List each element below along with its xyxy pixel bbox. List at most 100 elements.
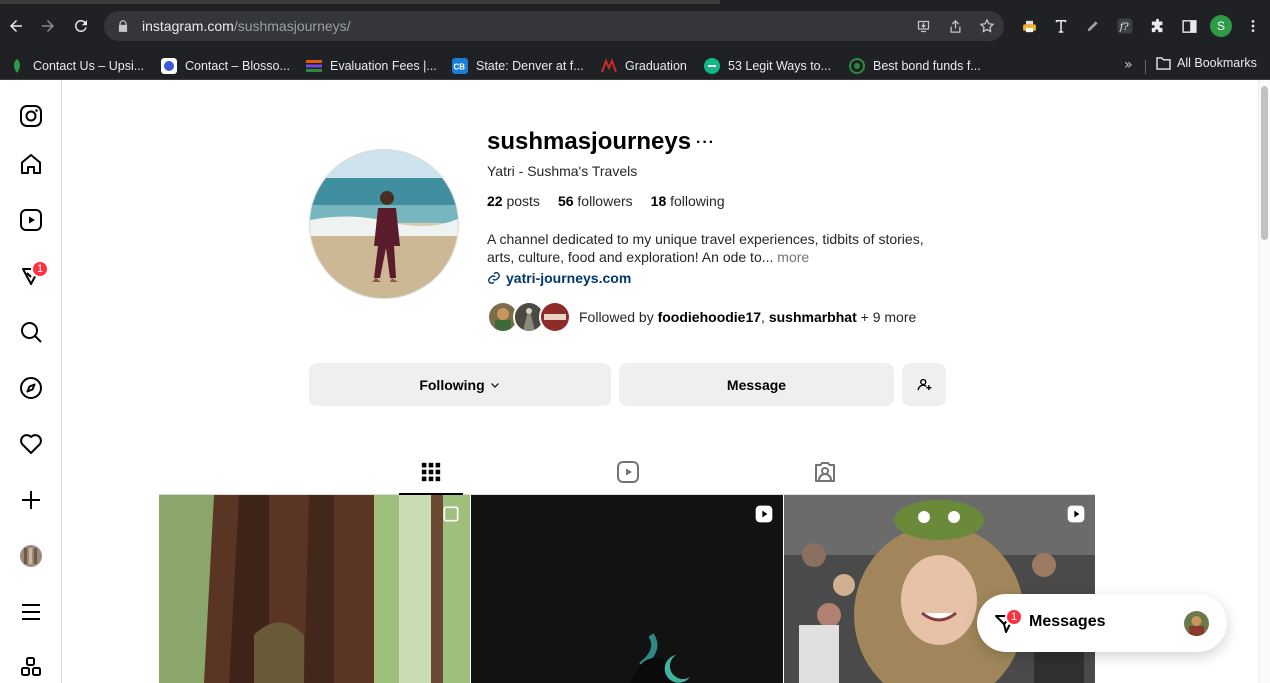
parade-performer-photo: [784, 495, 1095, 683]
tab-strip: [0, 0, 720, 4]
message-button[interactable]: Message: [619, 363, 894, 406]
post-tile[interactable]: [159, 495, 470, 683]
profile-website-link[interactable]: yatri-journeys.com: [487, 270, 631, 286]
extensions-puzzle-icon[interactable]: [1146, 15, 1168, 37]
profile-avatar[interactable]: S: [1210, 15, 1232, 37]
more-options-button[interactable]: ···: [696, 134, 715, 152]
profile-avatar-icon[interactable]: [19, 544, 43, 568]
reload-icon: [74, 19, 87, 32]
forward-button[interactable]: [36, 14, 60, 38]
instagram-logo-icon[interactable]: [19, 104, 43, 128]
fund-icon: [849, 58, 865, 74]
bookmark-item[interactable]: CB State: Denver at f...: [452, 56, 584, 76]
scrollbar-thumb[interactable]: [1261, 86, 1268, 240]
install-app-icon[interactable]: [912, 15, 934, 37]
reel-badge-icon: [755, 505, 773, 523]
more-bookmarks-chevron-icon[interactable]: »: [1124, 57, 1133, 73]
instagram-sidebar: 1: [0, 80, 62, 683]
bio-line: arts, culture, food and exploration! An …: [487, 249, 774, 265]
post-tile[interactable]: [784, 495, 1095, 683]
profile-username: sushmasjourneys: [487, 128, 692, 155]
threads-apps-icon[interactable]: [19, 656, 43, 680]
reels-tab[interactable]: [615, 459, 641, 485]
more-menu-icon[interactable]: [19, 600, 43, 624]
blossom-icon: [161, 58, 177, 74]
tagged-icon: [815, 462, 835, 482]
svg-text:f?: f?: [1119, 22, 1130, 33]
leaf-icon: [14, 59, 20, 73]
share-icon[interactable]: [944, 15, 966, 37]
following-button[interactable]: Following: [309, 363, 611, 406]
posts-grid-tab[interactable]: [418, 459, 444, 485]
text-extension-icon[interactable]: [1050, 15, 1072, 37]
following-label: Following: [419, 376, 485, 393]
redwood-photo: [159, 495, 470, 683]
follower-avatar: [539, 301, 571, 333]
explore-compass-icon[interactable]: [19, 376, 43, 400]
printer-extension-icon[interactable]: [1018, 15, 1040, 37]
home-icon[interactable]: [19, 152, 43, 176]
bio-more-link[interactable]: more: [777, 249, 809, 265]
messages-badge: 1: [1005, 608, 1023, 626]
back-arrow-icon: [10, 20, 22, 32]
website-label: yatri-journeys.com: [506, 270, 632, 286]
bookmark-label: Evaluation Fees |...: [330, 59, 437, 73]
money-icon: [704, 58, 720, 74]
profile-stats: 22 posts 56 followers 18 following: [487, 193, 725, 209]
followed-by[interactable]: Followed by foodiehoodie17, sushmarbhat …: [487, 301, 916, 333]
bookmark-star-icon[interactable]: [976, 15, 998, 37]
create-plus-icon[interactable]: [19, 488, 43, 512]
pen-extension-icon[interactable]: [1082, 15, 1104, 37]
bookmark-item[interactable]: Contact Us – Upsi...: [9, 56, 144, 76]
chevron-down-icon: [490, 382, 499, 388]
reload-button[interactable]: [69, 14, 93, 38]
forward-arrow-icon: [42, 20, 54, 32]
grid-icon: [421, 462, 441, 482]
add-person-icon: [917, 378, 931, 391]
folder-icon: [1156, 56, 1171, 70]
bookmark-label: Best bond funds f...: [873, 59, 981, 73]
bookmark-label: Contact – Blosso...: [185, 59, 290, 73]
bookmark-label: Contact Us – Upsi...: [33, 59, 145, 73]
bookmark-item[interactable]: Evaluation Fees |...: [306, 56, 437, 76]
address-bar[interactable]: instagram.com/sushmasjourneys/: [104, 11, 1004, 41]
bookmarks-bar: Contact Us – Upsi... Contact – Blosso...…: [0, 52, 1270, 80]
followers-stat[interactable]: 56 followers: [558, 193, 633, 209]
instagram-page: 1 sushmasjourneys ··· Yatri - Sushma's T…: [0, 80, 1270, 683]
tagged-tab[interactable]: [812, 459, 838, 485]
bookmarks-divider: [1145, 60, 1146, 74]
multiple-photos-icon: [443, 506, 459, 522]
following-stat[interactable]: 18 following: [651, 193, 725, 209]
side-panel-icon[interactable]: [1178, 15, 1200, 37]
notification-badge: 1: [31, 260, 49, 278]
bio-line: A channel dedicated to my unique travel …: [487, 231, 924, 247]
profile-picture[interactable]: [309, 149, 459, 299]
page-scrollbar[interactable]: [1258, 80, 1270, 683]
all-bookmarks-button[interactable]: All Bookmarks: [1156, 56, 1257, 70]
kebab-menu-icon[interactable]: [1242, 15, 1264, 37]
profile-full-name: Yatri - Sushma's Travels: [487, 163, 638, 179]
link-icon: [488, 272, 500, 284]
bookmark-item[interactable]: Best bond funds f...: [849, 56, 981, 76]
night-sky-photo: [471, 495, 783, 683]
suggest-people-button[interactable]: [902, 363, 946, 406]
formula-extension-icon[interactable]: f?: [1114, 15, 1136, 37]
search-icon[interactable]: [19, 320, 43, 344]
back-button[interactable]: [4, 14, 28, 38]
followed-by-text: Followed by foodiehoodie17, sushmarbhat …: [579, 309, 917, 325]
bookmark-item[interactable]: Graduation: [601, 56, 687, 76]
bookmark-item[interactable]: Contact – Blosso...: [161, 56, 290, 76]
bookmark-label: 53 Legit Ways to...: [728, 59, 832, 73]
site-info-icon[interactable]: [116, 19, 130, 33]
reels-icon[interactable]: [19, 208, 43, 232]
post-tile[interactable]: [471, 495, 783, 683]
url-path: /sushmasjourneys/: [233, 18, 351, 34]
reel-badge-icon: [1067, 505, 1085, 523]
bookmark-label: State: Denver at f...: [476, 59, 584, 73]
activity-heart-icon[interactable]: [19, 432, 43, 456]
messages-button[interactable]: 1 Messages: [977, 594, 1227, 652]
all-bookmarks-label: All Bookmarks: [1177, 56, 1257, 70]
bookmark-item[interactable]: 53 Legit Ways to...: [704, 56, 831, 76]
svg-text:CB: CB: [454, 63, 466, 72]
profile-photo-beach: [310, 150, 458, 298]
